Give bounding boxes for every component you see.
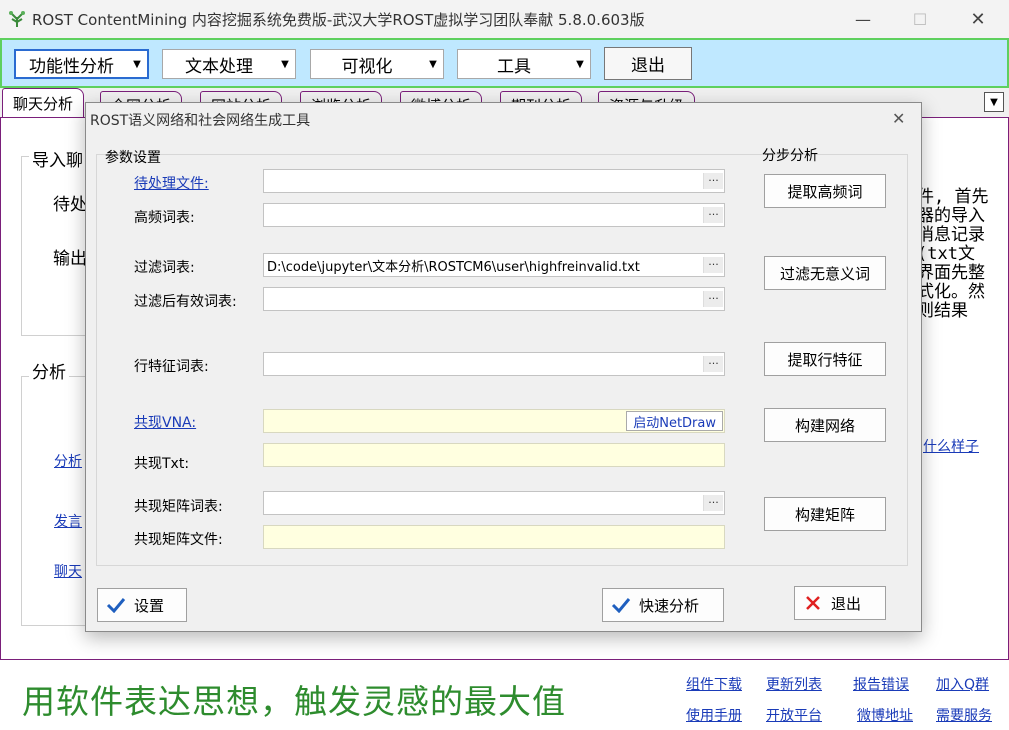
high-freq-field[interactable]: ... — [263, 203, 725, 227]
link-update-list[interactable]: 更新列表 — [766, 674, 822, 694]
speak-link[interactable]: 发言 — [54, 511, 82, 531]
chevron-down-icon: ▼ — [133, 58, 141, 70]
matrix-words-label: 共现矩阵词表: — [134, 499, 223, 515]
chat-link[interactable]: 聊天 — [54, 561, 82, 581]
maximize-button[interactable]: ☐ — [897, 0, 943, 38]
close-icon — [795, 595, 831, 611]
menu-visualization[interactable]: 可视化 ▼ — [310, 49, 444, 79]
dialog-title: ROST语义网络和社会网络生成工具 — [90, 113, 311, 129]
filter-meaningless-button[interactable]: 过滤无意义词 — [764, 256, 886, 290]
app-icon — [6, 8, 28, 30]
quick-analysis-label: 快速分析 — [639, 596, 700, 615]
description-text: 件, 首先 器的导入 消息记录 (txt文 界面先整 式化。然 则结果 — [917, 187, 989, 321]
row-feature-field[interactable]: ... — [263, 352, 725, 376]
settings-label: 设置 — [134, 596, 165, 615]
tab-chat-analysis[interactable]: 聊天分析 — [2, 88, 85, 118]
param-section-title: 参数设置 — [105, 150, 161, 166]
tab-scroll-button[interactable]: ▼ — [984, 92, 1004, 112]
filtered-valid-field[interactable]: ... — [263, 287, 725, 311]
co-vna-label[interactable]: 共现VNA: — [134, 412, 196, 432]
output-label: 输出 — [53, 249, 87, 269]
chevron-down-icon: ▼ — [990, 96, 998, 108]
filtered-valid-label: 过滤后有效词表: — [134, 294, 237, 310]
quick-analysis-button[interactable]: 快速分析 — [602, 588, 724, 622]
settings-button[interactable]: 设置 — [97, 588, 187, 622]
link-user-manual[interactable]: 使用手册 — [686, 705, 742, 725]
toolbar: 功能性分析 ▼ 文本处理 ▼ 可视化 ▼ 工具 ▼ 退出 — [0, 38, 1009, 88]
pending-file-label[interactable]: 待处理文件: — [134, 173, 209, 193]
extract-row-feature-button[interactable]: 提取行特征 — [764, 342, 886, 376]
browse-button[interactable]: ... — [703, 290, 723, 307]
field-value: D:\code\jupyter\文本分析\ROSTCM6\user\highfr… — [267, 259, 640, 275]
co-vna-field[interactable]: 启动NetDraw — [263, 409, 725, 433]
chevron-down-icon: ▼ — [281, 58, 289, 70]
build-network-button[interactable]: 构建网络 — [764, 408, 886, 442]
menu-label: 可视化 — [341, 56, 393, 77]
link-weibo-address[interactable]: 微博地址 — [857, 705, 913, 725]
what-it-looks-like-link[interactable]: 什么样子 — [923, 436, 979, 456]
menu-functional-analysis[interactable]: 功能性分析 ▼ — [14, 49, 149, 79]
link-open-platform[interactable]: 开放平台 — [766, 705, 822, 725]
browse-button[interactable]: ... — [703, 206, 723, 223]
launch-netdraw-button[interactable]: 启动NetDraw — [626, 411, 723, 431]
link-need-service[interactable]: 需要服务 — [936, 705, 992, 725]
analyze-link[interactable]: 分析 — [54, 451, 82, 471]
step-section-title: 分步分析 — [762, 148, 818, 164]
browse-button[interactable]: ... — [703, 494, 723, 511]
slogan: 用软件表达思想，触发灵感的最大值 — [22, 682, 566, 721]
row-feature-label: 行特征词表: — [134, 359, 209, 375]
co-txt-field[interactable] — [263, 443, 725, 467]
title-bar: ROST ContentMining 内容挖掘系统免费版-武汉大学ROST虚拟学… — [0, 0, 1009, 38]
extract-high-freq-button[interactable]: 提取高频词 — [764, 174, 886, 208]
link-component-download[interactable]: 组件下载 — [686, 674, 742, 694]
semantic-network-dialog: ROST语义网络和社会网络生成工具 ✕ 参数设置 分步分析 待处理文件: ...… — [85, 102, 922, 632]
menu-tools[interactable]: 工具 ▼ — [457, 49, 591, 79]
link-report-error[interactable]: 报告错误 — [853, 674, 909, 694]
chevron-down-icon: ▼ — [576, 58, 584, 70]
build-matrix-button[interactable]: 构建矩阵 — [764, 497, 886, 531]
import-group-title: 导入聊 — [29, 146, 86, 171]
matrix-words-field[interactable]: ... — [263, 491, 725, 515]
browse-button[interactable]: ... — [703, 355, 723, 372]
check-icon — [603, 597, 639, 613]
menu-text-processing[interactable]: 文本处理 ▼ — [162, 49, 296, 79]
exit-button[interactable]: 退出 — [604, 47, 692, 80]
link-join-qq-group[interactable]: 加入Q群 — [936, 674, 989, 694]
menu-label: 文本处理 — [185, 56, 253, 77]
dialog-exit-button[interactable]: 退出 — [794, 586, 886, 620]
menu-label: 功能性分析 — [29, 56, 114, 77]
dialog-close-icon[interactable]: ✕ — [892, 109, 905, 128]
high-freq-label: 高频词表: — [134, 210, 195, 226]
matrix-file-label: 共现矩阵文件: — [134, 532, 223, 548]
analysis-group-title: 分析 — [29, 358, 69, 383]
matrix-file-field[interactable] — [263, 525, 725, 549]
pending-file-field[interactable]: ... — [263, 169, 725, 193]
check-icon — [98, 597, 134, 613]
co-txt-label: 共现Txt: — [134, 456, 190, 472]
window-title: ROST ContentMining 内容挖掘系统免费版-武汉大学ROST虚拟学… — [32, 10, 645, 29]
dialog-exit-label: 退出 — [831, 594, 862, 613]
chevron-down-icon: ▼ — [429, 58, 437, 70]
close-button[interactable]: ✕ — [955, 0, 1001, 38]
menu-label: 工具 — [497, 56, 531, 77]
pending-label: 待处 — [53, 195, 87, 215]
browse-button[interactable]: ... — [703, 256, 723, 273]
browse-button[interactable]: ... — [703, 172, 723, 189]
filter-label: 过滤词表: — [134, 260, 195, 276]
minimize-button[interactable]: — — [840, 0, 886, 38]
filter-field[interactable]: D:\code\jupyter\文本分析\ROSTCM6\user\highfr… — [263, 253, 725, 277]
